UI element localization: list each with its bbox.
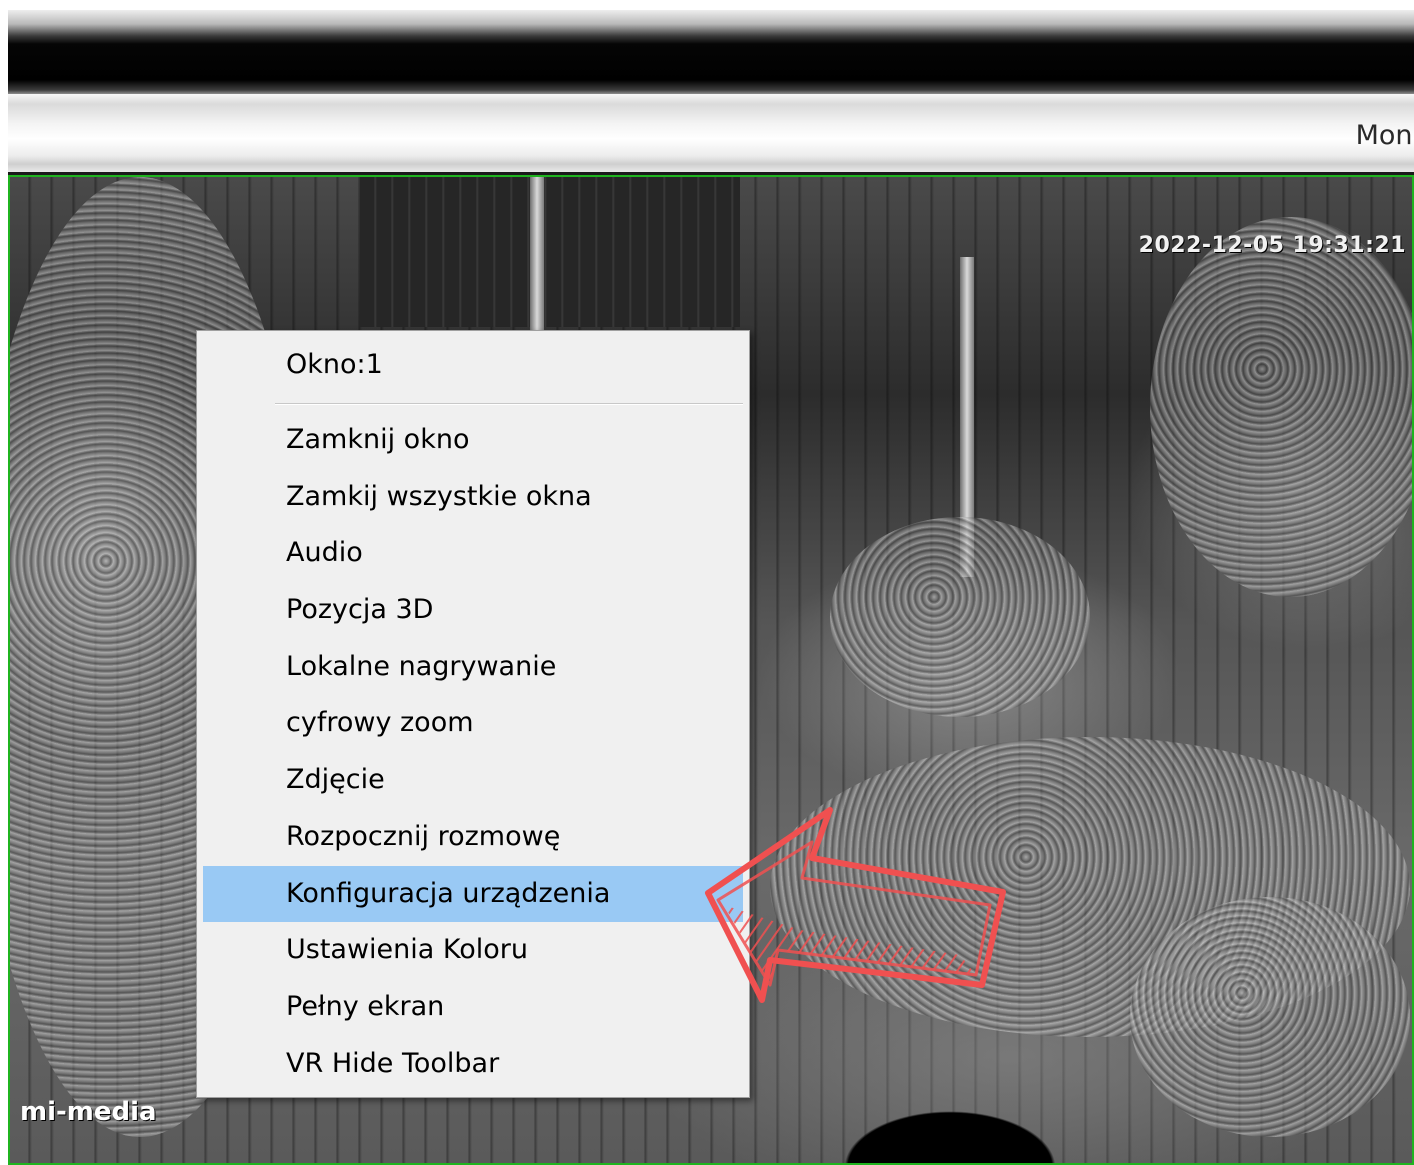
main-toolbar: Moni [8,94,1414,172]
title-bar [8,10,1414,94]
menu-item-local-recording[interactable]: Lokalne nagrywanie [203,639,743,696]
menu-item-device-config[interactable]: Konfiguracja urządzenia [203,865,743,923]
menu-item-snapshot[interactable]: Zdjęcie [203,752,743,809]
video-watermark: mi-media [20,1097,157,1127]
video-timestamp: 2022-12-05 19:31:21 [1138,233,1406,258]
menu-item-close-all-windows[interactable]: Zamkij wszystkie okna [203,469,743,526]
menu-item-color-settings[interactable]: Ustawienia Koloru [203,922,743,979]
toolbar-tab-monitor[interactable]: Moni [1356,120,1414,151]
menu-list: Zamknij okno Zamkij wszystkie okna Audio… [203,412,743,1092]
menu-item-vr-hide-toolbar[interactable]: VR Hide Toolbar [203,1036,743,1093]
fence-background [360,177,740,327]
menu-item-start-talk[interactable]: Rozpocznij rozmowę [203,809,743,866]
menu-title: Okno:1 [286,349,383,380]
context-menu: Okno:1 Zamknij okno Zamkij wszystkie okn… [196,330,750,1098]
menu-item-audio[interactable]: Audio [203,525,743,582]
foliage [1150,217,1412,597]
menu-item-close-window[interactable]: Zamknij okno [203,412,743,469]
foliage [1130,897,1410,1137]
menu-item-3d-position[interactable]: Pozycja 3D [203,582,743,639]
menu-item-digital-zoom[interactable]: cyfrowy zoom [203,695,743,752]
menu-item-fullscreen[interactable]: Pełny ekran [203,979,743,1036]
tree-trunk [530,177,544,337]
foliage [830,517,1090,717]
menu-separator [275,403,743,405]
